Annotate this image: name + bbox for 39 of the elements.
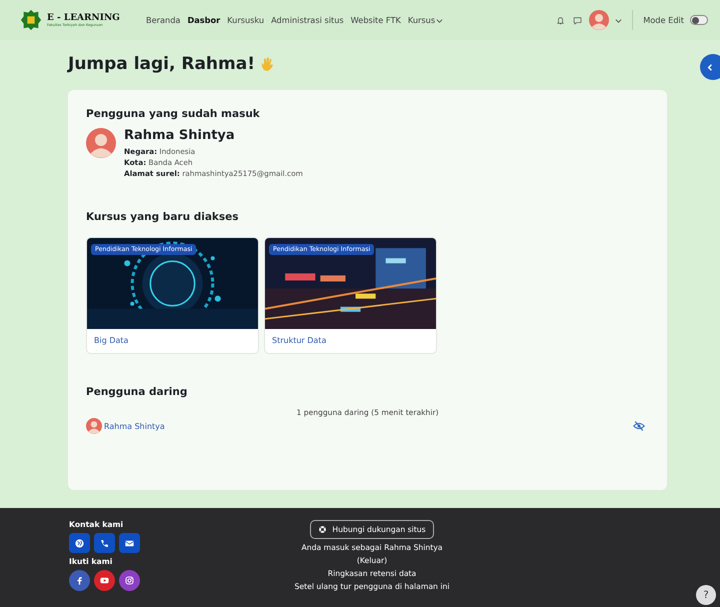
- play-icon: [99, 575, 110, 586]
- avatar-icon: [589, 10, 610, 30]
- nav-link[interactable]: Administrasi situs: [271, 15, 344, 25]
- nav-link[interactable]: Kursusku: [227, 15, 264, 25]
- bell-icon[interactable]: [555, 14, 566, 26]
- eye-slash-icon[interactable]: [633, 420, 645, 432]
- logo-icon: [20, 9, 42, 31]
- nav-link[interactable]: Kursus: [408, 15, 444, 25]
- user-name-link[interactable]: Rahma Shintya: [124, 128, 303, 143]
- edit-mode-toggle[interactable]: [690, 15, 708, 25]
- nav-link[interactable]: Dasbor: [187, 15, 220, 25]
- caret-icon: [436, 16, 444, 24]
- online-user-link[interactable]: Rahma Shintya: [104, 422, 165, 430]
- social-button[interactable]: [69, 570, 90, 591]
- camera-icon: [124, 575, 135, 586]
- contact-button[interactable]: [94, 533, 115, 553]
- social-button[interactable]: [119, 570, 140, 591]
- drawer-toggle-button[interactable]: [700, 54, 720, 80]
- nav-link[interactable]: Website FTK: [350, 15, 401, 25]
- nav-link[interactable]: Beranda: [146, 15, 180, 25]
- course-link[interactable]: Struktur Data: [265, 329, 436, 353]
- chevron-left-icon: [706, 62, 715, 72]
- chat-icon[interactable]: [572, 14, 584, 26]
- caret-icon[interactable]: [615, 16, 622, 24]
- help-button[interactable]: ?: [696, 585, 716, 605]
- page-heading: Jumpa lagi, Rahma!: [68, 54, 255, 74]
- avatar-icon: [86, 418, 102, 434]
- phone-icon: [99, 538, 110, 548]
- mode-edit-label: Mode Edit: [643, 15, 684, 25]
- section-title: Kursus yang baru diakses: [86, 211, 240, 223]
- contact-button[interactable]: [119, 533, 140, 553]
- lifebuoy-icon: [318, 525, 328, 534]
- section-title: Pengguna daring: [86, 386, 188, 398]
- contact-button[interactable]: [69, 533, 90, 553]
- brand-title: E - LEARNING: [47, 13, 120, 23]
- social-button[interactable]: [94, 570, 115, 591]
- course-link[interactable]: Big Data: [87, 329, 258, 353]
- section-title: Pengguna yang sudah masuk: [86, 108, 261, 120]
- avatar-icon: [86, 128, 116, 158]
